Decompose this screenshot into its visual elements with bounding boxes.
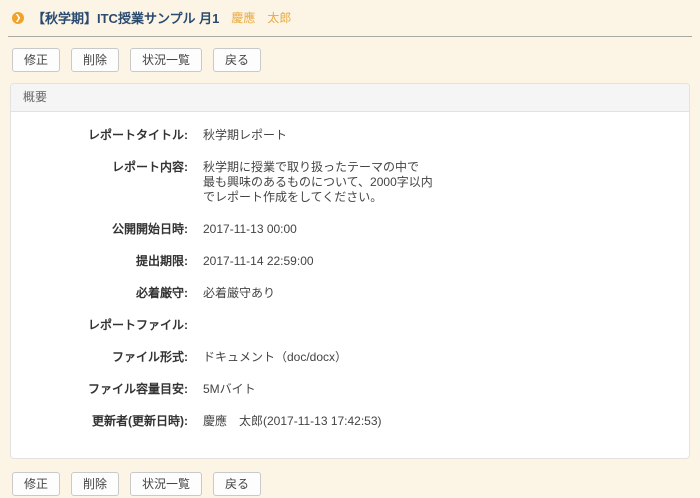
top-toolbar: 修正 削除 状況一覧 戻る bbox=[12, 48, 688, 72]
field-value: 5Mバイト bbox=[203, 382, 256, 397]
field-row-file-format: ファイル形式: ドキュメント（doc/docx） bbox=[11, 350, 689, 365]
field-label: 必着厳守: bbox=[11, 286, 188, 301]
header-divider bbox=[8, 36, 692, 37]
overview-panel: 概要 レポートタイトル: 秋学期レポート レポート内容: 秋学期に授業で取り扱っ… bbox=[10, 83, 690, 459]
field-value: 秋学期に授業で取り扱ったテーマの中で 最も興味のあるものについて、2000字以内… bbox=[203, 160, 433, 205]
instructor-name: 慶應 太郎 bbox=[231, 9, 291, 26]
field-label: 公開開始日時: bbox=[11, 222, 188, 237]
status-list-button[interactable]: 状況一覧 bbox=[130, 472, 202, 496]
field-label: レポート内容: bbox=[11, 160, 188, 205]
field-row-file-size-limit: ファイル容量目安: 5Mバイト bbox=[11, 382, 689, 397]
field-row-publish-start: 公開開始日時: 2017-11-13 00:00 bbox=[11, 222, 689, 237]
page-header: ❯ 【秋学期】ITC授業サンプル 月1 慶應 太郎 bbox=[0, 0, 700, 27]
field-value: ドキュメント（doc/docx） bbox=[203, 350, 347, 365]
field-value: 必着厳守あり bbox=[203, 286, 275, 301]
panel-body: レポートタイトル: 秋学期レポート レポート内容: 秋学期に授業で取り扱ったテー… bbox=[11, 112, 689, 458]
page-title: 【秋学期】ITC授業サンプル 月1 bbox=[32, 8, 219, 27]
field-value: 2017-11-14 22:59:00 bbox=[203, 254, 314, 269]
field-row-updated-by: 更新者(更新日時): 慶應 太郎(2017-11-13 17:42:53) bbox=[11, 414, 689, 429]
field-row-deadline: 提出期限: 2017-11-14 22:59:00 bbox=[11, 254, 689, 269]
field-value: 2017-11-13 00:00 bbox=[203, 222, 297, 237]
edit-button[interactable]: 修正 bbox=[12, 48, 60, 72]
panel-header: 概要 bbox=[11, 84, 689, 112]
field-label: ファイル形式: bbox=[11, 350, 188, 365]
field-label: 更新者(更新日時): bbox=[11, 414, 188, 429]
field-value: 秋学期レポート bbox=[203, 128, 287, 143]
field-label: レポートファイル: bbox=[11, 318, 188, 333]
delete-button[interactable]: 削除 bbox=[71, 472, 119, 496]
arrow-icon: ❯ bbox=[12, 12, 24, 24]
back-button[interactable]: 戻る bbox=[213, 48, 261, 72]
field-row-strict-deadline: 必着厳守: 必着厳守あり bbox=[11, 286, 689, 301]
field-label: 提出期限: bbox=[11, 254, 188, 269]
field-label: レポートタイトル: bbox=[11, 128, 188, 143]
delete-button[interactable]: 削除 bbox=[71, 48, 119, 72]
status-list-button[interactable]: 状況一覧 bbox=[130, 48, 202, 72]
field-value: 慶應 太郎(2017-11-13 17:42:53) bbox=[203, 414, 382, 429]
back-button[interactable]: 戻る bbox=[213, 472, 261, 496]
field-row-report-file: レポートファイル: bbox=[11, 318, 689, 333]
field-label: ファイル容量目安: bbox=[11, 382, 188, 397]
bottom-toolbar: 修正 削除 状況一覧 戻る bbox=[12, 472, 688, 496]
field-row-report-description: レポート内容: 秋学期に授業で取り扱ったテーマの中で 最も興味のあるものについて… bbox=[11, 160, 689, 205]
field-row-report-title: レポートタイトル: 秋学期レポート bbox=[11, 128, 689, 143]
edit-button[interactable]: 修正 bbox=[12, 472, 60, 496]
